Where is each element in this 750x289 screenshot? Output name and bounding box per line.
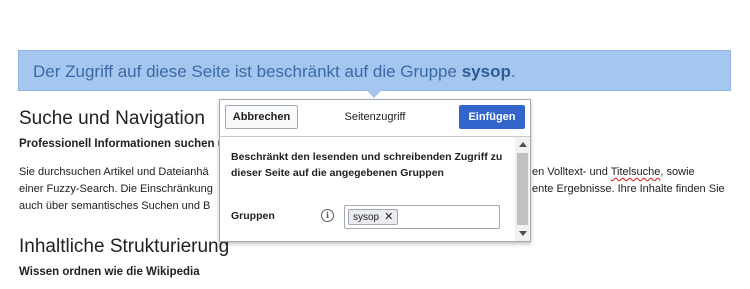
notice-text: Der Zugriff auf diese Seite ist beschrän… <box>33 62 457 81</box>
dialog-body: Beschränkt den lesenden und schreibenden… <box>220 137 515 241</box>
section-subheading-struktur: Wissen ordnen wie die Wikipedia <box>19 266 200 278</box>
dialog-header: Abbrechen Seitenzugriff Einfügen <box>220 100 530 134</box>
paragraph-line: en Volltext- und Titelsuche, sowie <box>532 164 725 181</box>
cancel-button[interactable]: Abbrechen <box>225 105 298 129</box>
groups-label: Gruppen <box>231 210 275 222</box>
dialog-scrollbar[interactable] <box>515 137 530 241</box>
section-subheading-suche: Professionell Informationen suchen u <box>19 138 225 150</box>
paragraph-text: , sowie <box>660 166 695 178</box>
misspelled-word: Titelsuche <box>610 166 661 178</box>
dialog-description: Beschränkt den lesenden und schreibenden… <box>231 151 503 179</box>
scroll-down-arrow-icon[interactable] <box>519 231 527 236</box>
paragraph-line: einer Fuzzy-Search. Die Einschränkung <box>19 183 213 195</box>
paragraph-text: en Volltext- und <box>532 166 611 178</box>
page-access-dialog: Abbrechen Seitenzugriff Einfügen Beschrä… <box>219 99 531 242</box>
group-tag-label: sysop <box>353 212 380 223</box>
insert-button[interactable]: Einfügen <box>459 105 525 129</box>
section-paragraph-right: en Volltext- und Titelsuche, sowie ente … <box>532 164 725 198</box>
paragraph-line: Sie durchsuchen Artikel und Dateianhä <box>19 166 209 178</box>
groups-input[interactable]: sysop ✕ <box>344 205 500 229</box>
group-tag: sysop ✕ <box>348 209 399 225</box>
access-notice-banner: Der Zugriff auf diese Seite ist beschrän… <box>18 50 731 91</box>
dialog-title: Seitenzugriff <box>344 111 406 123</box>
paragraph-line: ente Ergebnisse. Ihre Inhalte finden Sie <box>532 183 725 195</box>
info-icon[interactable]: i <box>321 209 334 222</box>
tag-remove-icon[interactable]: ✕ <box>384 211 393 223</box>
notice-pointer <box>366 90 382 98</box>
section-heading-suche: Suche und Navigation <box>19 108 205 129</box>
section-paragraph-left: Sie durchsuchen Artikel und Dateianhä ei… <box>19 164 213 215</box>
notice-group: sysop <box>461 62 511 81</box>
section-heading-struktur: Inhaltliche Strukturierung <box>19 236 230 257</box>
notice-end: . <box>510 62 516 81</box>
paragraph-line: auch über semantisches Suchen und B <box>19 200 211 212</box>
scrollbar-thumb[interactable] <box>517 153 528 225</box>
scroll-up-arrow-icon[interactable] <box>519 142 527 147</box>
